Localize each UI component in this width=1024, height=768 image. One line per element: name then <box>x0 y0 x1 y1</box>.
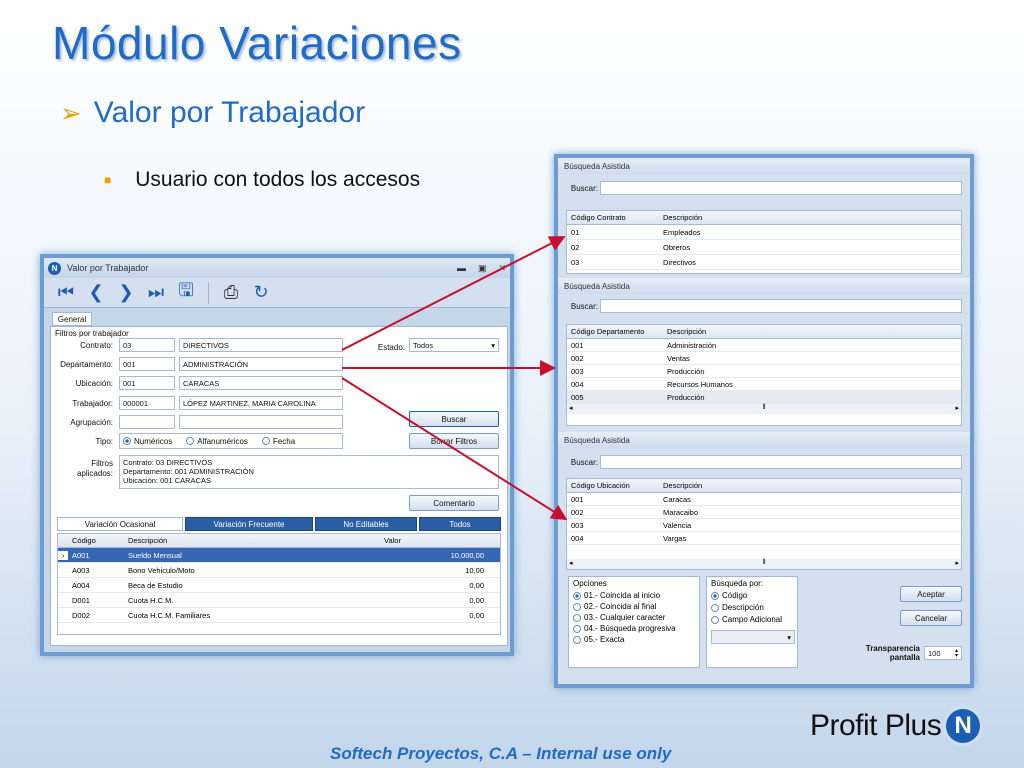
profit-plus-logo: Profit Plus N <box>810 706 984 746</box>
logo-text: Profit Plus <box>810 709 942 742</box>
arrow-ubicacion <box>341 377 568 521</box>
arrow-contrato <box>341 236 566 351</box>
slide-footer: Softech Proyectos, C.A – Internal use on… <box>330 744 672 763</box>
connector-arrows <box>341 236 568 521</box>
logo-badge-icon: N <box>943 706 984 746</box>
